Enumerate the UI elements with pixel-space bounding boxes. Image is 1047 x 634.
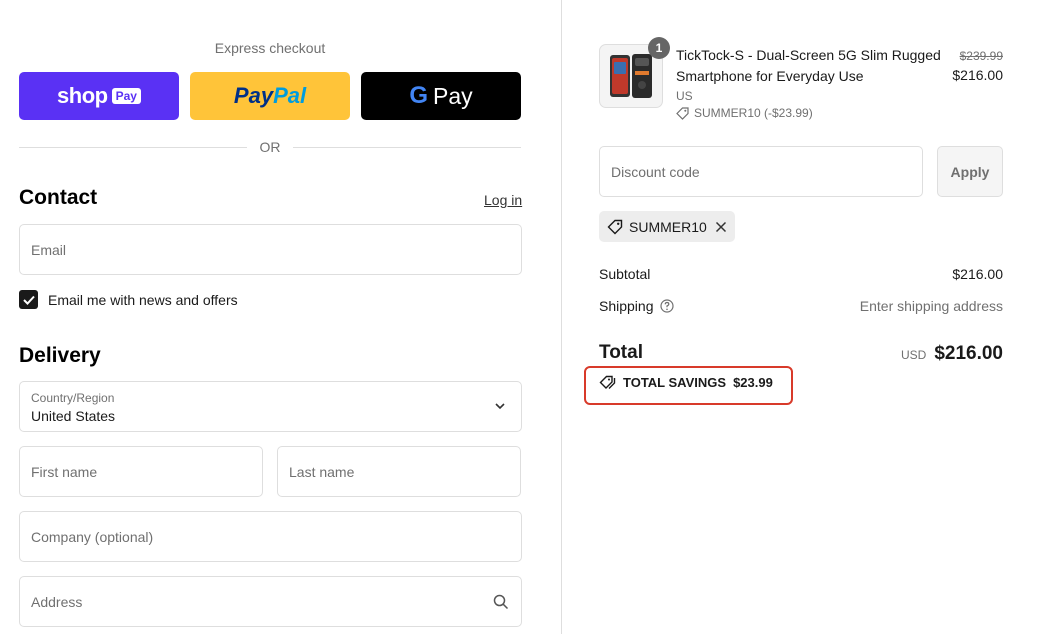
shipping-row: Shipping Enter shipping address	[599, 298, 1003, 314]
price-final: $216.00	[952, 67, 1003, 83]
paypal-button[interactable]: PayPal	[190, 72, 350, 120]
close-icon	[715, 221, 726, 232]
subtotal-value: $216.00	[952, 266, 1003, 282]
order-summary-panel: 1 TickTock-S - Dual-Screen 5G Slim Rugge…	[562, 0, 1047, 634]
product-title: TickTock-S - Dual-Screen 5G Slim Rugged …	[676, 47, 941, 84]
email-field[interactable]	[19, 224, 522, 275]
total-currency: USD	[900, 348, 927, 362]
company-input[interactable]	[20, 512, 521, 561]
help-icon[interactable]	[659, 299, 674, 313]
total-savings: TOTAL SAVINGS $23.99	[599, 375, 773, 390]
product-discount: SUMMER10 (-$23.99)	[676, 106, 813, 120]
country-label: Country/Region	[31, 391, 115, 405]
log-in-link[interactable]: Log in	[484, 192, 522, 208]
applied-code-chip: SUMMER10	[599, 211, 735, 242]
apply-button[interactable]: Apply	[937, 146, 1003, 197]
applied-code-text: SUMMER10	[629, 218, 707, 235]
discount-code-input[interactable]	[600, 147, 922, 196]
tag-icon	[607, 219, 623, 234]
shop-pay-badge: Pay	[111, 88, 141, 104]
product-discount-text: SUMMER10 (-$23.99)	[694, 106, 813, 120]
tag-icon	[676, 106, 689, 120]
country-value: United States	[31, 408, 116, 424]
tag-icon	[599, 375, 616, 389]
total-amount: USD $216.00	[901, 343, 1003, 365]
subtotal-row: Subtotal $216.00	[599, 266, 1003, 282]
company-field[interactable]	[19, 511, 522, 562]
subtotal-label: Subtotal	[599, 266, 651, 282]
newsletter-label: Email me with news and offers	[48, 291, 238, 308]
first-name-input[interactable]	[20, 447, 262, 496]
search-icon	[493, 594, 509, 610]
address-field[interactable]	[19, 576, 522, 627]
check-icon	[22, 295, 35, 305]
shop-pay-logo-text: shop	[57, 83, 108, 108]
price-original: $239.99	[959, 49, 1003, 63]
total-value: $216.00	[934, 343, 1003, 364]
newsletter-checkbox[interactable]	[19, 290, 38, 309]
or-separator: OR	[19, 139, 521, 157]
remove-code-button[interactable]	[715, 221, 727, 233]
address-input[interactable]	[20, 577, 521, 626]
express-checkout-label: Express checkout	[214, 40, 326, 56]
contact-heading: Contact	[19, 186, 98, 209]
shipping-value: Enter shipping address	[859, 298, 1003, 314]
total-label: Total	[599, 342, 643, 363]
last-name-field[interactable]	[277, 446, 521, 497]
delivery-heading: Delivery	[19, 344, 101, 367]
checkout-form-panel: Express checkout shop Pay PayPal G Pay O…	[0, 0, 561, 634]
savings-label: TOTAL SAVINGS	[623, 375, 727, 390]
discount-code-field[interactable]	[599, 146, 923, 197]
country-select[interactable]: Country/Region United States	[19, 381, 522, 432]
product-variant: US	[676, 89, 693, 103]
paypal-logo: PayPal	[233, 83, 307, 108]
shipping-label: Shipping	[599, 298, 654, 314]
first-name-field[interactable]	[19, 446, 263, 497]
last-name-input[interactable]	[278, 447, 520, 496]
savings-value: $23.99	[733, 375, 773, 390]
email-input[interactable]	[20, 225, 521, 274]
newsletter-checkbox-row[interactable]: Email me with news and offers	[19, 290, 238, 309]
chevron-down-icon	[495, 403, 505, 410]
google-pay-button[interactable]: G Pay	[361, 72, 521, 120]
google-pay-label: Pay	[433, 82, 473, 109]
shop-pay-button[interactable]: shop Pay	[19, 72, 179, 120]
quantity-badge: 1	[648, 37, 670, 59]
google-g-icon: G	[409, 82, 429, 109]
